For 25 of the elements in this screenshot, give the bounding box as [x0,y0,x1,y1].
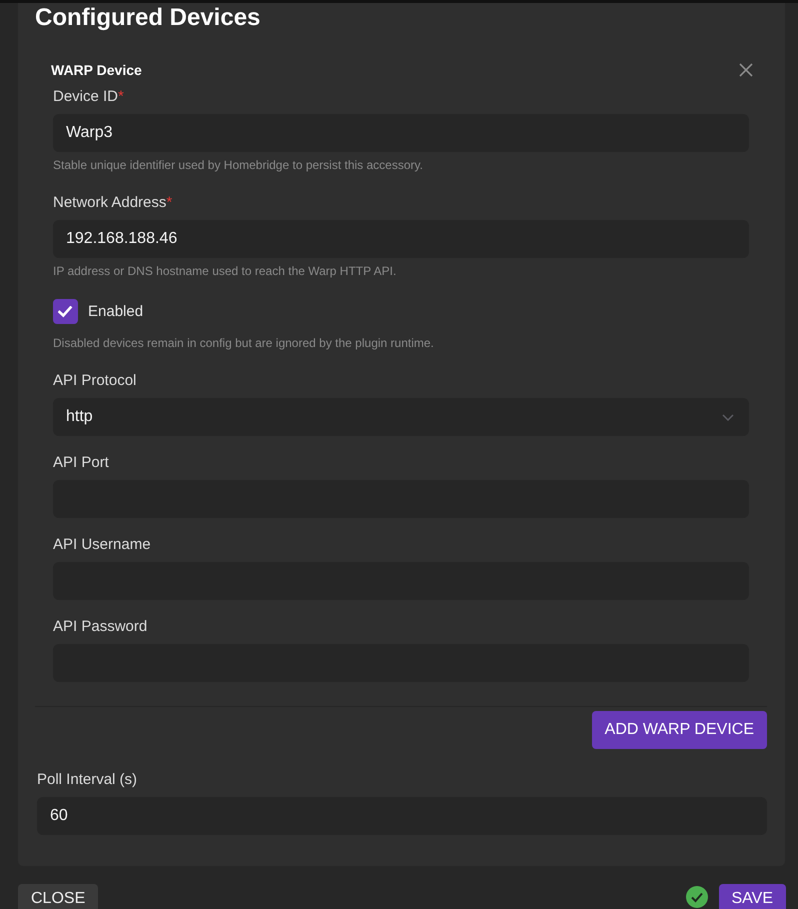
checkbox[interactable] [53,299,78,324]
add-device-button[interactable]: ADD WARP DEVICE [592,711,767,749]
chevron-down-icon [722,414,734,420]
field-label: Network Address* [53,193,172,213]
item-title: WARP Device [51,61,142,80]
help-text: Stable unique identifier used by Homebridge to persist this accessory. [53,158,423,172]
help-text: IP address or DNS hostname used to reach the Warp HTTP API. [53,264,396,278]
select-field[interactable]: http [53,398,749,436]
text-field[interactable]: 192.168.188.46 [53,220,749,258]
close-icon [739,63,753,77]
section-title: Configured Devices [35,3,260,33]
text-field[interactable]: Warp3 [53,114,749,152]
field-label: Device ID* [53,87,124,107]
field-label: Poll Interval (s) [37,770,138,790]
field-label: API Protocol [53,371,136,391]
checkbox-label: Enabled [88,303,144,320]
close-button[interactable] [739,63,753,77]
field-label: API Username [53,535,151,555]
close-dialog-button[interactable]: CLOSE [18,884,98,909]
number-field[interactable]: 60 [37,797,767,835]
check-icon [58,306,73,318]
save-button[interactable]: SAVE [718,884,786,909]
help-text: Disabled devices remain in config but are ignored by the plugin runtime. [53,336,434,350]
field-label: API Password [53,617,148,637]
field-label: API Port [53,453,109,473]
